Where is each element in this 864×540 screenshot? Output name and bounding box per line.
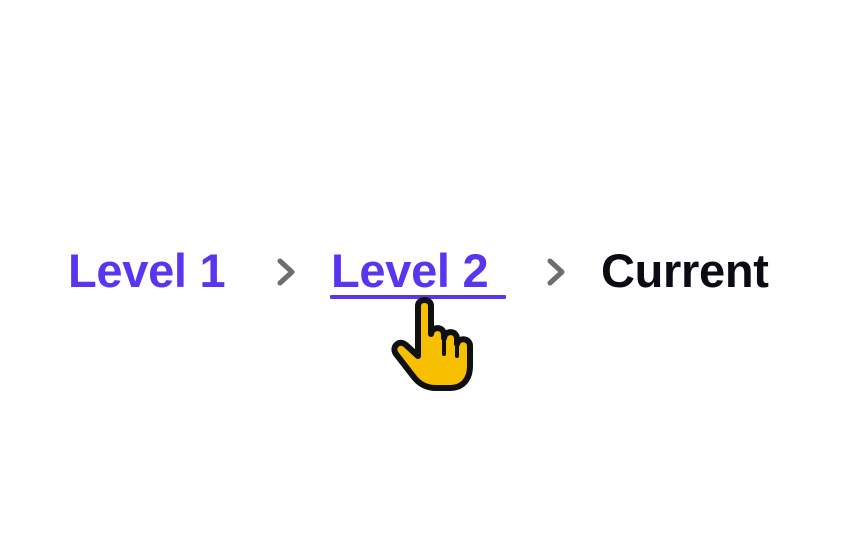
breadcrumb: Level 1 Level 2 Current <box>0 0 864 540</box>
breadcrumb-item-level-1[interactable]: Level 1 <box>68 240 226 302</box>
chevron-right-icon <box>547 258 565 286</box>
page: Level 1 Level 2 Current <box>0 0 864 540</box>
breadcrumb-current-page: Current <box>601 244 769 297</box>
hand-pointer-icon <box>391 297 473 391</box>
chevron-right-icon <box>277 258 295 286</box>
